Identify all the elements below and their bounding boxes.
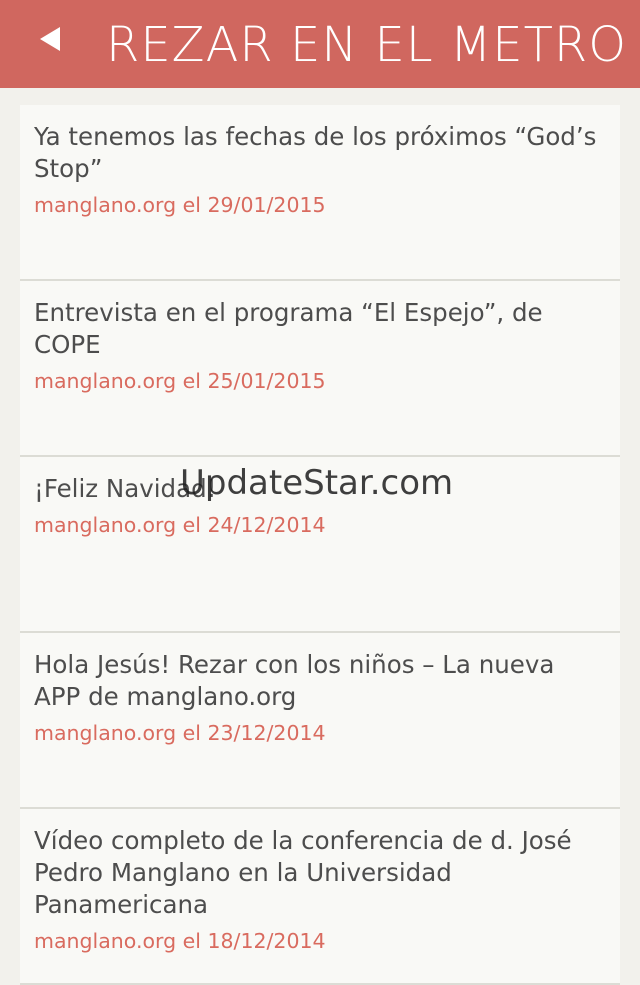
list-item[interactable]: Hola Jesús! Rezar con los niños – La nue… (20, 633, 620, 809)
article-list: Ya tenemos las fechas de los próximos “G… (20, 105, 620, 985)
watermark-text: UpdateStar.com (180, 463, 454, 503)
header-bar: REZAR EN EL METRO (0, 0, 640, 88)
article-meta: manglano.org el 29/01/2015 (34, 193, 326, 217)
article-title: Vídeo completo de la conferencia de d. J… (34, 826, 572, 919)
back-button[interactable] (26, 14, 76, 64)
list-item[interactable]: Ya tenemos las fechas de los próximos “G… (20, 105, 620, 281)
article-meta: manglano.org el 25/01/2015 (34, 369, 326, 393)
article-title: Hola Jesús! Rezar con los niños – La nue… (34, 650, 555, 711)
article-title: Ya tenemos las fechas de los próximos “G… (34, 122, 597, 183)
chevron-left-icon (40, 27, 60, 51)
article-meta: manglano.org el 18/12/2014 (34, 929, 326, 953)
article-meta: manglano.org el 23/12/2014 (34, 721, 326, 745)
page-title: REZAR EN EL METRO (106, 17, 628, 73)
article-title: Entrevista en el programa “El Espejo”, d… (34, 298, 543, 359)
list-item[interactable]: Vídeo completo de la conferencia de d. J… (20, 809, 620, 985)
list-item[interactable]: Entrevista en el programa “El Espejo”, d… (20, 281, 620, 457)
article-meta: manglano.org el 24/12/2014 (34, 513, 326, 537)
